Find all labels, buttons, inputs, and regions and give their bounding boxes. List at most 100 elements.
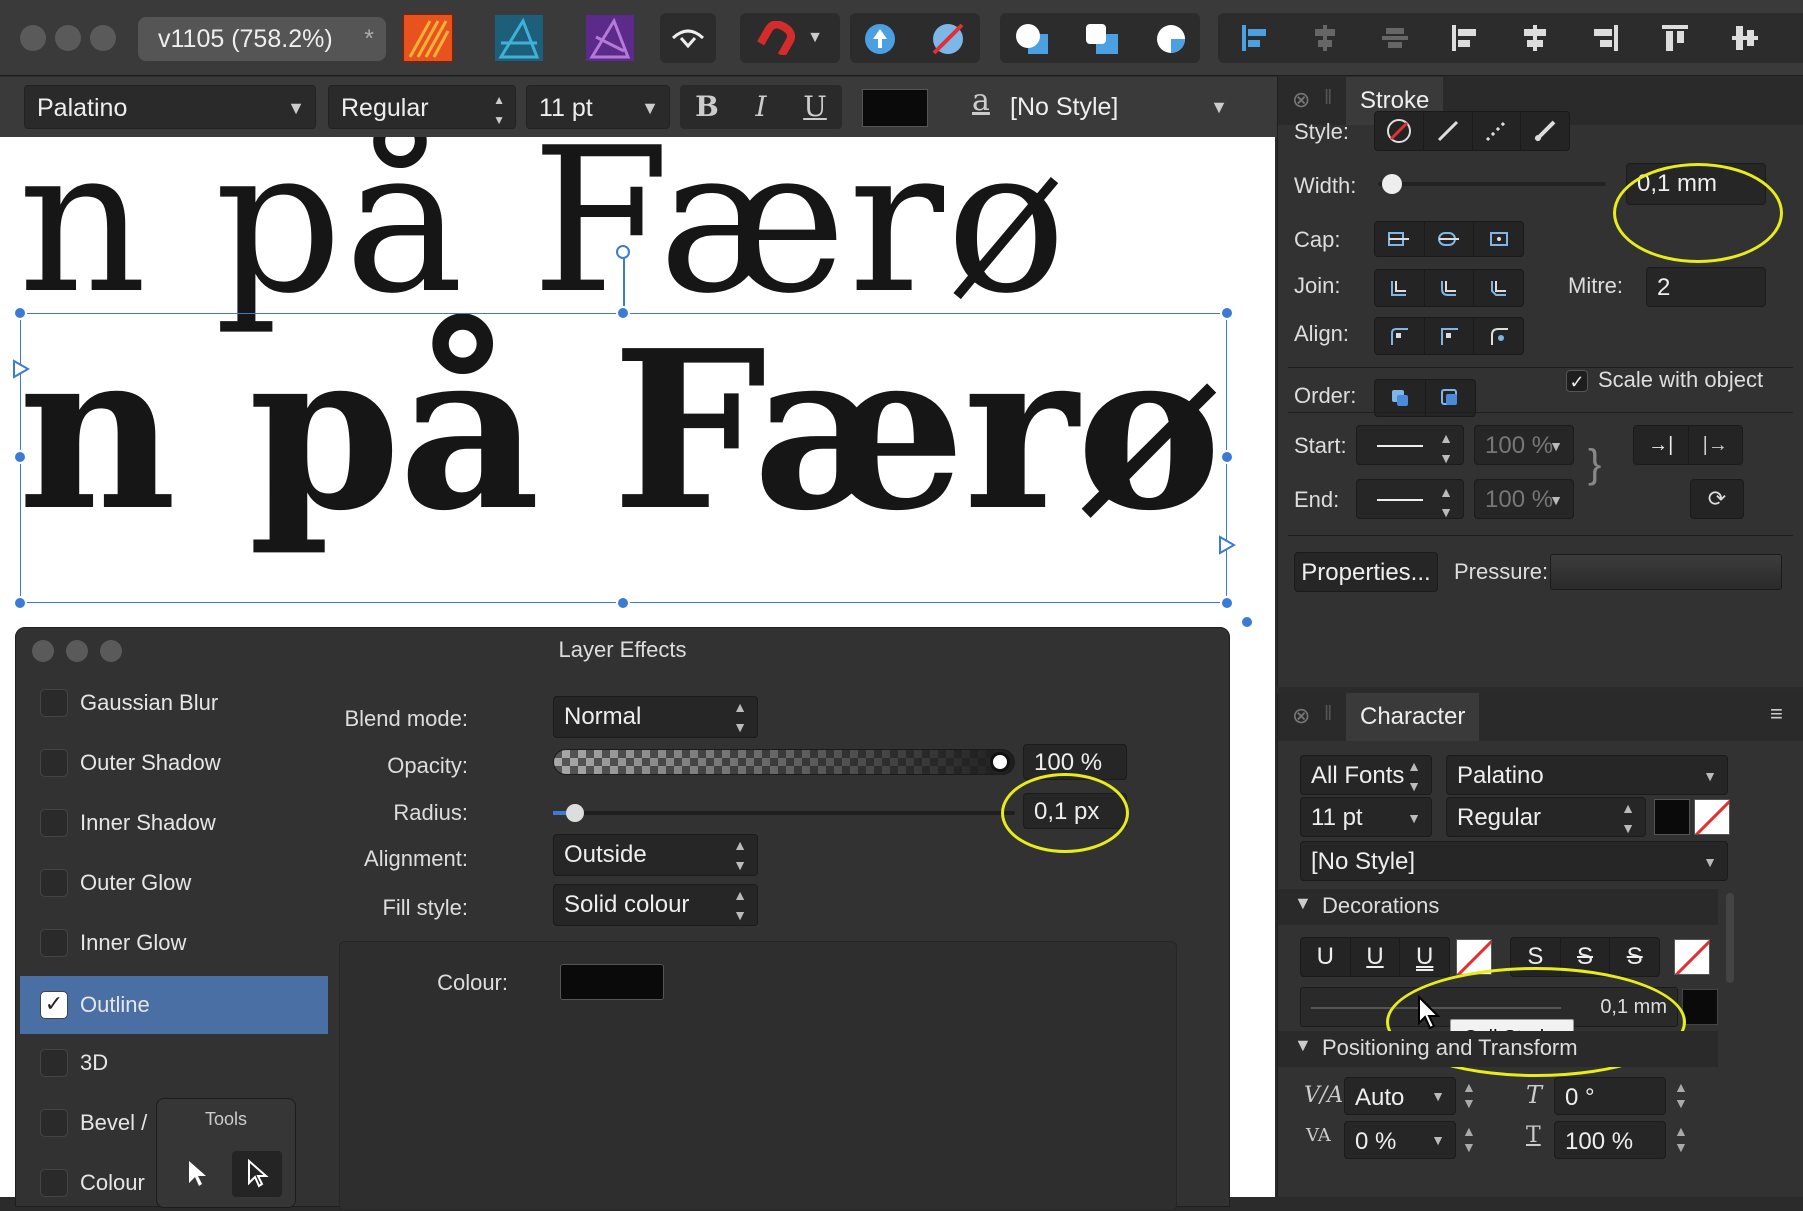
checkbox[interactable]: [40, 1169, 68, 1197]
align-inside-stroke-icon[interactable]: [1425, 318, 1475, 354]
boolean-intersect-icon[interactable]: [1154, 22, 1190, 56]
align-left-icon[interactable]: [1240, 23, 1270, 53]
align-center-disabled-icon[interactable]: [1310, 23, 1340, 53]
width-slider[interactable]: [1378, 174, 1606, 194]
character-style-select[interactable]: [No Style] ▼: [1300, 841, 1728, 881]
square-cap-icon[interactable]: [1474, 222, 1523, 256]
effect-inner-glow[interactable]: Inner Glow: [20, 916, 328, 970]
text-flow-in-icon[interactable]: [12, 359, 30, 379]
stepper-arrows-icon[interactable]: ▲ ▼: [1462, 1123, 1476, 1155]
start-arrowhead-select[interactable]: ▲ ▼: [1356, 425, 1464, 466]
checkbox[interactable]: [40, 689, 68, 717]
positioning-section-header[interactable]: ▼ Positioning and Transform: [1278, 1031, 1718, 1067]
effect-3d[interactable]: 3D: [20, 1036, 328, 1090]
effect-outline[interactable]: ✓ Outline: [20, 976, 328, 1034]
selection-handle-bottom-right[interactable]: [1220, 596, 1234, 610]
start-scale-input[interactable]: 100 % ▼: [1474, 425, 1574, 465]
chevron-down-icon[interactable]: ▼: [807, 29, 823, 47]
solid-line-icon[interactable]: [1424, 112, 1473, 150]
character-fill-swatch[interactable]: [1654, 799, 1690, 835]
text-flow-out-icon[interactable]: [1218, 535, 1236, 555]
alignment-select[interactable]: Outside ▲ ▼: [553, 834, 758, 876]
window-zoom-button[interactable]: [90, 25, 116, 51]
font-style-select[interactable]: Regular ▲ ▼: [328, 85, 516, 129]
text-colour-swatch[interactable]: [862, 89, 928, 127]
character-font-size-select[interactable]: 11 pt ▼: [1300, 797, 1432, 837]
selection-handle-top-right[interactable]: [1220, 306, 1234, 320]
character-font-style-select[interactable]: Regular ▲ ▼: [1446, 797, 1646, 837]
opacity-slider-knob[interactable]: [990, 752, 1010, 772]
link-scale-icon[interactable]: }: [1588, 442, 1601, 487]
selection-handle-top[interactable]: [616, 306, 630, 320]
character-font-family-select[interactable]: Palatino ▼: [1446, 755, 1728, 795]
shear-input[interactable]: 0 °: [1554, 1077, 1666, 1115]
pressure-graph[interactable]: [1550, 554, 1782, 590]
align-top-icon[interactable]: [1660, 23, 1690, 53]
align-outside-stroke-icon[interactable]: [1474, 318, 1523, 354]
font-family-select[interactable]: Palatino ▼: [24, 85, 316, 129]
rotation-handle[interactable]: [616, 245, 630, 259]
underline-double-button[interactable]: U: [1351, 938, 1401, 976]
effect-outer-glow[interactable]: Outer Glow: [20, 856, 328, 910]
stepper-arrows-icon[interactable]: ▲ ▼: [1462, 1079, 1476, 1111]
selection-handle-bottom[interactable]: [616, 596, 630, 610]
italic-button[interactable]: I: [734, 85, 788, 129]
view-mode-icon[interactable]: [660, 13, 716, 63]
end-scale-input[interactable]: 100 % ▼: [1474, 479, 1574, 519]
tracking-select[interactable]: Auto ▼: [1344, 1077, 1456, 1115]
designer-persona-icon[interactable]: [402, 13, 454, 63]
strike-custom-button[interactable]: S: [1610, 938, 1659, 976]
checkbox-checked[interactable]: ✓: [40, 991, 68, 1019]
stroke-front-icon[interactable]: [1426, 380, 1476, 416]
checkbox[interactable]: [40, 1049, 68, 1077]
tab-character[interactable]: Character: [1346, 693, 1480, 741]
checkbox[interactable]: [40, 809, 68, 837]
document-tab[interactable]: v1105 (758.2%) *: [138, 17, 386, 61]
window-close-button[interactable]: [20, 25, 46, 51]
round-join-icon[interactable]: [1425, 270, 1475, 306]
brush-stroke-icon[interactable]: [1521, 112, 1569, 150]
snapping-icon[interactable]: ▼: [740, 13, 840, 63]
kerning-select[interactable]: 0 % ▼: [1344, 1121, 1456, 1159]
stepper-arrows-icon[interactable]: ▲ ▼: [1674, 1079, 1688, 1111]
miter-join-icon[interactable]: [1375, 270, 1425, 306]
move-tool-icon[interactable]: [185, 1159, 209, 1189]
character-stroke-swatch[interactable]: [1694, 799, 1730, 835]
drag-grip-icon[interactable]: ‖: [1324, 87, 1332, 110]
selection-handle-right[interactable]: [1220, 450, 1234, 464]
underline-custom-button[interactable]: U: [1400, 938, 1449, 976]
panel-scrollbar[interactable]: [1726, 893, 1734, 983]
dashed-line-icon[interactable]: [1473, 112, 1522, 150]
text-style-icon[interactable]: a: [972, 83, 990, 118]
width-slider-knob[interactable]: [1382, 174, 1403, 194]
boolean-add-icon[interactable]: [1014, 22, 1050, 56]
checkbox[interactable]: [40, 929, 68, 957]
bevel-join-icon[interactable]: [1474, 270, 1523, 306]
end-arrowhead-select[interactable]: ▲ ▼: [1356, 479, 1464, 520]
font-size-select[interactable]: 11 pt ▼: [526, 85, 670, 129]
selection-handle-top-left[interactable]: [13, 306, 27, 320]
round-cap-icon[interactable]: [1425, 222, 1475, 256]
move-forward-icon[interactable]: [862, 21, 898, 57]
decoration-stroke-swatch[interactable]: [1682, 989, 1718, 1025]
checkbox[interactable]: [40, 749, 68, 777]
drag-grip-icon[interactable]: ‖: [1324, 703, 1332, 726]
radius-slider[interactable]: [553, 804, 1015, 822]
window-minimize-button[interactable]: [55, 25, 81, 51]
selection-handle-corner-extra[interactable]: [1240, 615, 1254, 629]
butt-cap-icon[interactable]: [1375, 222, 1425, 256]
no-stroke-icon[interactable]: [1375, 112, 1424, 150]
align-left-edges-icon[interactable]: [1450, 23, 1480, 53]
scale-input[interactable]: 100 %: [1554, 1121, 1666, 1159]
outline-colour-swatch[interactable]: [560, 964, 664, 1000]
align-right-edges-icon[interactable]: [1590, 23, 1620, 53]
photo-persona-icon[interactable]: [584, 13, 636, 63]
opacity-slider[interactable]: [553, 749, 1015, 775]
mitre-input[interactable]: 2: [1646, 267, 1766, 307]
panel-menu-icon[interactable]: ≡: [1770, 701, 1783, 727]
font-collection-select[interactable]: All Fonts ▲ ▼: [1300, 755, 1432, 795]
arrow-outside-icon[interactable]: |→: [1689, 426, 1743, 464]
no-fill-shape-icon[interactable]: [928, 21, 968, 57]
underline-single-button[interactable]: U: [1301, 938, 1351, 976]
align-center-stroke-icon[interactable]: [1375, 318, 1425, 354]
